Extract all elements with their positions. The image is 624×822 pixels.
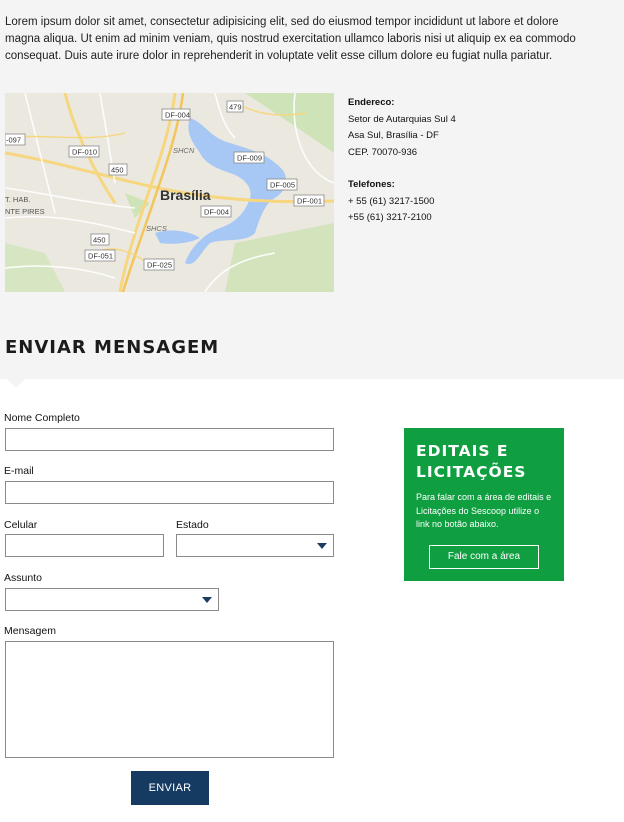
message-label: Mensagem xyxy=(4,625,56,637)
message-textarea[interactable] xyxy=(5,641,334,758)
state-select[interactable] xyxy=(176,534,334,557)
map-label: 450 xyxy=(93,236,106,245)
map-label: NTE PIRES xyxy=(5,207,45,216)
location-map[interactable]: DF-004 479 SHCN DF-009 DF-010 -097 450 D… xyxy=(5,93,334,292)
phones-label: Telefones: xyxy=(348,179,395,190)
map-label: DF-004 xyxy=(204,208,229,217)
name-label: Nome Completo xyxy=(4,412,80,424)
address-label: Endereco: xyxy=(348,97,395,108)
promo-card: EDITAIS E LICITAÇÕES Para falar com a ár… xyxy=(404,428,564,581)
map-label: SHCS xyxy=(146,224,167,233)
map-label: DF-001 xyxy=(297,197,322,206)
map-label: DF-025 xyxy=(147,261,172,270)
map-label: DF-004 xyxy=(165,111,190,120)
map-label: DF-010 xyxy=(72,148,97,157)
section-notch xyxy=(7,379,25,388)
promo-title-line: EDITAIS E xyxy=(416,442,509,460)
address-line: Setor de Autarquias Sul 4 xyxy=(348,113,456,125)
phone-label: Celular xyxy=(4,519,38,531)
submit-button[interactable]: ENVIAR xyxy=(131,771,209,805)
subject-select[interactable] xyxy=(5,588,219,611)
chevron-down-icon xyxy=(202,597,212,603)
map-city-label: Brasília xyxy=(160,187,211,203)
name-input[interactable] xyxy=(5,428,334,451)
email-label: E-mail xyxy=(4,465,34,477)
map-label: T. HAB. xyxy=(5,195,30,204)
map-label: 450 xyxy=(111,166,124,175)
chevron-down-icon xyxy=(317,543,327,549)
map-label: -097 xyxy=(6,136,21,145)
phone-input[interactable] xyxy=(5,534,164,557)
phone-number[interactable]: + 55 (61) 3217-1500 xyxy=(348,194,456,211)
email-input[interactable] xyxy=(5,481,334,504)
intro-text: Lorem ipsum dolor sit amet, consectetur … xyxy=(5,16,576,62)
contact-area-button[interactable]: Fale com a área xyxy=(429,545,539,569)
promo-text: Para falar com a área de editais e Licit… xyxy=(416,492,552,529)
phone-number[interactable]: +55 (61) 3217-2100 xyxy=(348,210,456,227)
address-line: Asa Sul, Brasília - DF xyxy=(348,130,439,141)
map-graphic: DF-004 479 SHCN DF-009 DF-010 -097 450 D… xyxy=(5,93,334,292)
map-label: DF-051 xyxy=(88,252,113,261)
promo-title-line: LICITAÇÕES xyxy=(416,463,527,481)
map-label: DF-009 xyxy=(237,154,262,163)
map-label: 479 xyxy=(229,103,242,112)
state-label: Estado xyxy=(176,519,209,531)
map-label: SHCN xyxy=(173,146,195,155)
map-label: DF-005 xyxy=(270,181,295,190)
contact-info: Endereco: Setor de Autarquias Sul 4 Asa … xyxy=(348,95,456,227)
section-title: ENVIAR MENSAGEM xyxy=(5,337,220,358)
subject-label: Assunto xyxy=(4,572,42,584)
address-line: CEP. 70070-936 xyxy=(348,146,418,158)
promo-title: EDITAIS E LICITAÇÕES xyxy=(416,441,552,483)
